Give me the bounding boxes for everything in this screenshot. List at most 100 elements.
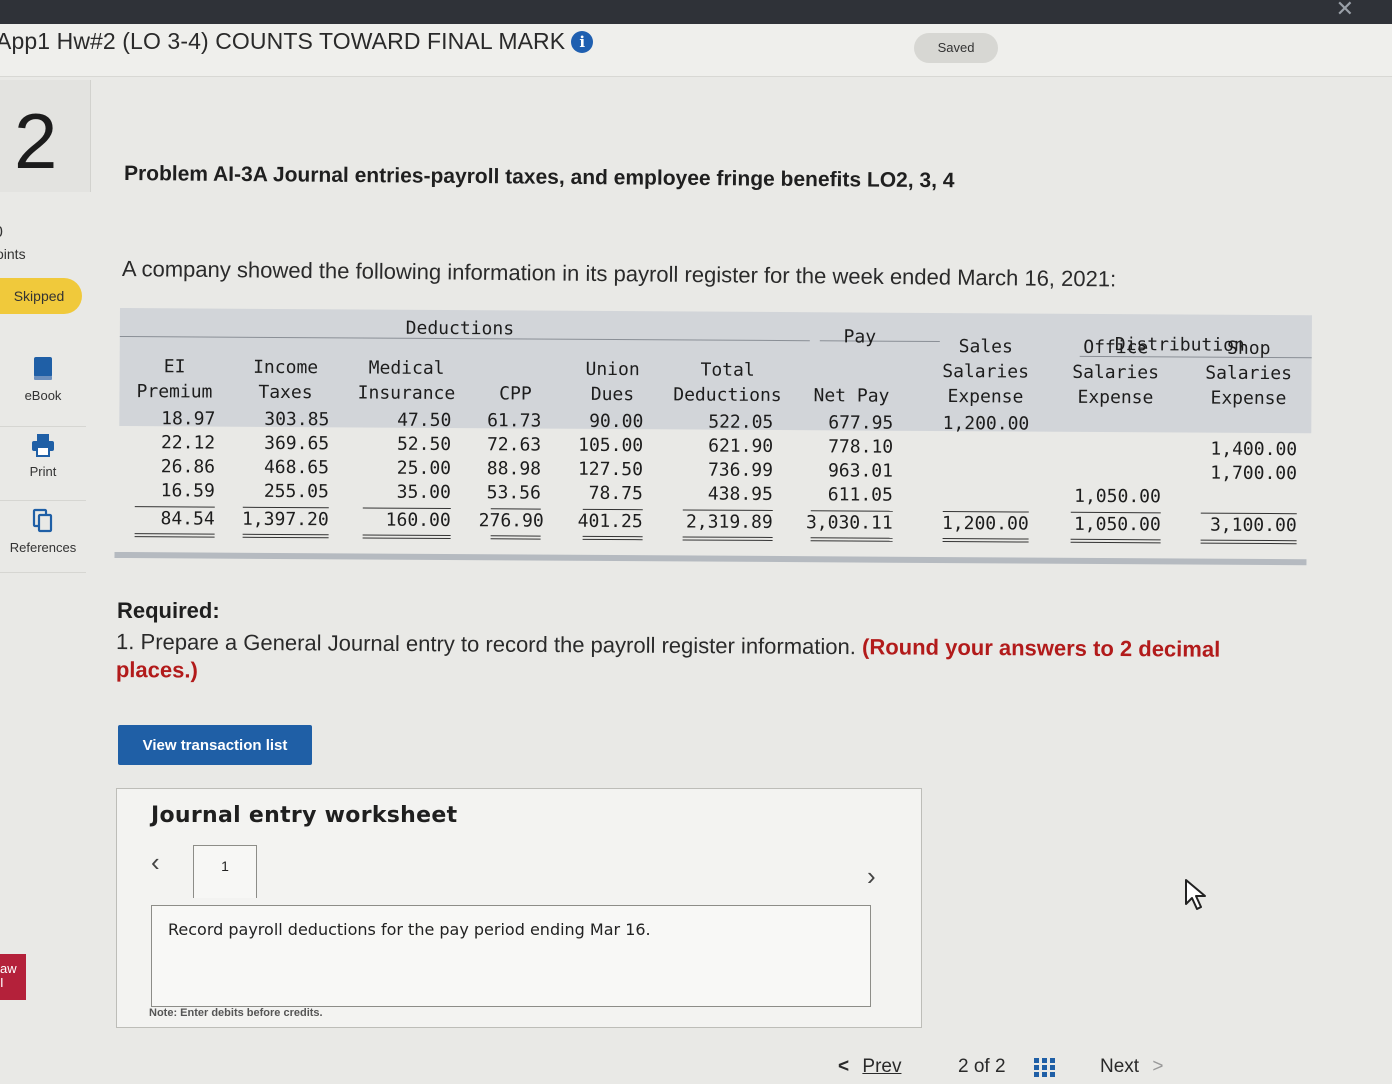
print-label: Print [29,464,57,479]
register-cell: 78.75 [588,482,643,505]
ebook-button[interactable]: eBook [0,356,86,427]
register-cell: 1,050.00 [1074,485,1161,508]
total-double-rule [942,538,1029,543]
print-button[interactable]: Print [0,432,86,501]
chevron-right-icon[interactable]: › [867,861,876,892]
column-header: Total Deductions [673,359,782,407]
printer-icon [32,434,54,457]
total-double-rule [362,534,451,540]
problem-title: Problem AI-3A Journal entries-payroll ta… [123,162,955,193]
close-icon[interactable]: ✕ [1336,0,1354,22]
column-header: CPP [499,383,532,405]
register-total: 1,050.00 [1073,513,1161,536]
register-bottom-rule [114,551,1307,566]
page-indicator: 2 of 2 [958,1056,1006,1077]
assignment-header: App1 Hw#2 (LO 3-4) COUNTS TOWARD FINAL M… [0,24,1392,77]
worksheet-tab-1[interactable]: 1 [193,845,257,898]
register-total: 401.25 [577,510,643,533]
column-header: Union Dues [585,358,640,406]
register-cell: 677.95 [828,412,894,434]
chevron-right-icon: > [1152,1056,1164,1077]
info-icon[interactable]: i [571,31,594,53]
register-total: 84.54 [160,508,215,530]
register-cell: 72.63 [486,434,542,456]
required-heading: Required: [117,598,220,623]
skipped-status-badge: Skipped [0,278,82,314]
next-button[interactable]: Next > [1100,1056,1163,1078]
ebook-label: eBook [24,388,62,403]
points-label: oints [0,246,26,262]
register-cell: 303.85 [264,408,330,431]
question-number: 2 [14,97,58,185]
total-double-rule [682,536,773,541]
register-cell: 16.59 [160,480,215,502]
register-total: 3,100.00 [1209,514,1297,537]
worksheet-note: Note: Enter debits before credits. [149,1007,323,1019]
references-button[interactable]: References [0,508,86,573]
register-total: 2,319.89 [685,511,773,533]
register-cell: 1,400.00 [1210,438,1298,461]
worksheet-description: Record payroll deductions for the pay pe… [168,920,651,939]
register-cell: 255.05 [263,480,329,503]
question-sidebar: 2 0 oints Skipped eBook Print References [0,80,91,1080]
chevron-left-icon: < [838,1056,850,1077]
register-total: 160.00 [385,509,451,532]
register-cell: 88.98 [486,458,542,480]
register-cell: 47.50 [397,409,452,432]
total-double-rule [490,535,541,540]
register-cell: 25.00 [396,457,452,480]
register-cell: 736.99 [707,459,774,481]
question-number-panel: 2 [0,80,91,192]
group-pay: Pay [843,326,877,348]
column-header: Net Pay [813,385,890,407]
register-total: 276.90 [478,510,544,532]
total-double-rule [1070,538,1161,544]
chevron-left-icon[interactable]: ‹ [151,847,160,878]
register-cell: 22.12 [160,432,216,454]
register-cell: 611.05 [827,484,893,506]
register-cell: 621.90 [708,435,774,457]
column-header: Medical Insurance [357,357,456,405]
column-header: Income Taxes [253,356,319,404]
register-total: 3,030.11 [805,512,893,534]
register-cell: 127.50 [577,458,644,481]
total-double-rule [134,533,215,538]
register-cell: 468.65 [263,456,330,479]
register-total: 1,397.20 [241,508,329,531]
column-header: EI Premium [136,356,213,403]
grid-menu-icon[interactable] [1034,1058,1056,1084]
journal-entry-worksheet: Journal entry worksheet ‹ 1 › Record pay… [116,788,922,1028]
prev-button[interactable]: < Prev [838,1056,901,1078]
column-header: Sales Salaries Expense [942,336,1030,408]
total-double-rule [582,535,643,541]
register-cell: 52.50 [396,433,452,456]
register-cell: 105.00 [578,434,644,457]
view-transaction-list-button[interactable]: View transaction list [118,725,312,765]
assignment-title: App1 Hw#2 (LO 3-4) COUNTS TOWARD FINAL M… [0,28,594,55]
worksheet-title: Journal entry worksheet [151,803,458,828]
mouse-cursor-icon [1185,879,1206,910]
register-cell: 53.56 [486,482,541,504]
register-cell: 18.97 [161,408,216,430]
column-header: Shop Salaries Expense [1205,337,1293,410]
register-cell: 35.00 [396,481,451,504]
problem-intro: A company showed the following informati… [121,256,1117,292]
register-cell: 26.86 [160,456,216,478]
register-cell: 61.73 [487,410,542,432]
total-double-rule [810,537,893,542]
total-double-rule [1200,539,1297,545]
book-icon [34,357,52,380]
register-total: 1,200.00 [941,513,1029,535]
register-cell: 438.95 [707,483,773,505]
points-value: 0 [0,224,3,242]
corner-badge: aw I [0,954,26,1000]
requirement-1: 1. Prepare a General Journal entry to re… [115,629,1221,683]
grid-icon [1034,1058,1055,1077]
group-deductions: Deductions [405,317,515,340]
browser-top-bar: ✕ [0,0,1392,24]
worksheet-panel: Record payroll deductions for the pay pe… [151,905,871,1007]
register-cell: 1,700.00 [1210,462,1298,485]
register-cell: 522.05 [708,411,774,433]
register-cell: 90.00 [589,410,644,433]
copy-icon [32,508,53,533]
